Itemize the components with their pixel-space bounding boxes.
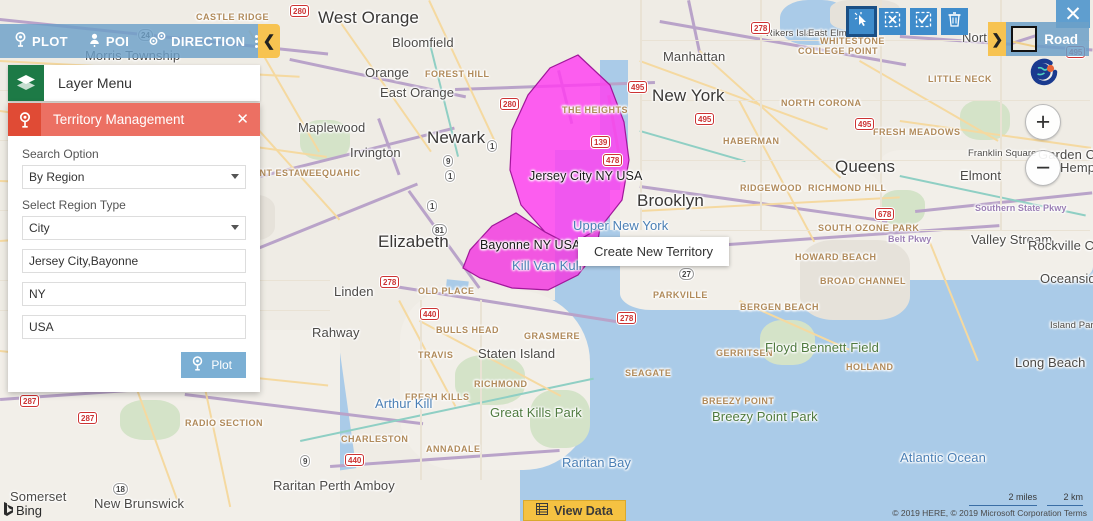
bing-logo-icon	[4, 502, 13, 519]
zoom-out-button[interactable]: −	[1025, 150, 1061, 186]
map-place-label: LITTLE NECK	[928, 74, 992, 84]
select-tool-button[interactable]	[846, 6, 877, 37]
territory-pin-icon	[8, 103, 41, 136]
layer-menu-label: Layer Menu	[58, 75, 132, 91]
highway-shield: 287	[78, 412, 98, 424]
highway-shield: 81	[432, 224, 447, 236]
search-option-label: Search Option	[22, 147, 99, 161]
globe-locate-icon	[1028, 58, 1060, 92]
nav-label-plot: PLOT	[32, 33, 68, 49]
highway-shield: 495	[855, 118, 875, 130]
region-type-select-wrap	[22, 216, 246, 240]
map-style-label: Road	[1044, 31, 1078, 47]
scale-miles: 2 miles	[969, 492, 1037, 506]
search-option-select-wrap	[22, 165, 246, 189]
direction-pin-icon	[149, 32, 166, 50]
deselect-x-icon	[884, 11, 901, 33]
country-input[interactable]	[22, 315, 246, 339]
highway-shield: 27	[679, 268, 694, 280]
create-new-territory-callout[interactable]: Create New Territory	[578, 237, 729, 266]
view-data-button[interactable]: View Data	[523, 500, 626, 521]
highway-shield: 440	[345, 454, 365, 466]
bing-label: Bing	[16, 503, 43, 518]
highway-shield: 440	[420, 308, 440, 320]
highway-shield: 278	[617, 312, 637, 324]
map-style-selector[interactable]: ❯ Road	[988, 22, 1089, 56]
collapse-panel-button[interactable]: ❮	[258, 24, 280, 58]
map-place-label: CASTLE RIDGE	[196, 12, 270, 22]
zoom-out-icon: −	[1035, 153, 1051, 182]
map-place-label: HABERMAN	[723, 136, 780, 146]
territory-management-panel: Territory Management ✕ Search Option Sel…	[8, 103, 260, 392]
cursor-select-icon	[853, 11, 870, 33]
close-icon[interactable]: ✕	[236, 112, 249, 127]
state-input[interactable]	[22, 282, 246, 306]
map-place-label: Linden	[334, 284, 374, 299]
map-place-label: Manhattan	[663, 49, 726, 64]
select-all-tool-button[interactable]	[910, 8, 937, 35]
highway-shield: 278	[380, 276, 400, 288]
search-option-select[interactable]	[22, 165, 246, 189]
plot-pin-icon	[191, 356, 204, 374]
chevron-right-icon[interactable]: ❯	[988, 22, 1007, 56]
scale-km: 2 km	[1047, 492, 1083, 506]
map-place-label: West Orange	[318, 8, 419, 27]
region-type-label: Select Region Type	[22, 198, 126, 212]
trash-icon	[946, 11, 963, 33]
panel-header: Territory Management ✕	[8, 103, 260, 136]
zoom-in-button[interactable]: +	[1025, 104, 1061, 140]
map-style-body[interactable]: Road	[1006, 22, 1089, 56]
top-navigation-bar: PLOT POI DIRECTION	[0, 24, 259, 58]
highway-shield: 18	[113, 483, 128, 495]
locate-button[interactable]	[1028, 56, 1060, 88]
bing-brand[interactable]: Bing	[4, 502, 42, 519]
highway-shield: 495	[628, 81, 648, 93]
chevron-left-icon: ❮	[262, 33, 276, 50]
highway-shield: 287	[20, 395, 40, 407]
highway-shield: 478	[603, 154, 623, 166]
plot-pin-icon	[14, 32, 27, 50]
map-application: West Orange Bloomfield Orange FOREST HILL Ea…	[0, 0, 1093, 521]
highway-shield: 1	[427, 200, 438, 212]
highway-shield: 1	[445, 170, 456, 182]
highway-shield: 280	[290, 5, 310, 17]
panel-body: Search Option Select Region Type Plot	[8, 136, 260, 392]
poi-pin-icon	[88, 32, 101, 50]
nav-item-direction[interactable]: DIRECTION	[139, 24, 255, 58]
nav-item-plot[interactable]: PLOT	[0, 24, 78, 58]
nav-label-direction: DIRECTION	[171, 33, 246, 49]
highway-shield: 678	[875, 208, 895, 220]
nav-label-poi: POI	[105, 33, 130, 49]
layer-menu-bar[interactable]: Layer Menu	[8, 65, 260, 101]
clear-selection-tool-button[interactable]	[879, 8, 906, 35]
region-type-select[interactable]	[22, 216, 246, 240]
draw-toolbar	[846, 6, 968, 37]
city-input[interactable]	[22, 249, 246, 273]
map-thumbnail-icon	[1011, 26, 1038, 52]
nav-item-poi[interactable]: POI	[78, 24, 139, 58]
panel-title: Territory Management	[53, 112, 185, 127]
highway-shield: 278	[751, 22, 771, 34]
table-icon	[536, 503, 548, 518]
layers-icon	[8, 65, 44, 101]
highway-shield: 1	[487, 140, 498, 152]
view-data-label: View Data	[554, 503, 613, 518]
highway-shield: 9	[443, 155, 454, 167]
map-place-label: WEEQUAHIC	[300, 168, 361, 178]
highway-shield: 139	[591, 136, 611, 148]
highway-shield: 495	[695, 113, 715, 125]
select-check-icon	[915, 11, 932, 33]
highway-shield: 280	[500, 98, 520, 110]
delete-tool-button[interactable]	[941, 8, 968, 35]
scale-bar: 2 miles 2 km	[969, 492, 1083, 506]
plot-button[interactable]: Plot	[181, 352, 246, 378]
plot-button-label: Plot	[211, 358, 232, 372]
map-attribution: © 2019 HERE, © 2019 Microsoft Corporatio…	[892, 508, 1087, 518]
zoom-in-icon: +	[1035, 107, 1051, 136]
